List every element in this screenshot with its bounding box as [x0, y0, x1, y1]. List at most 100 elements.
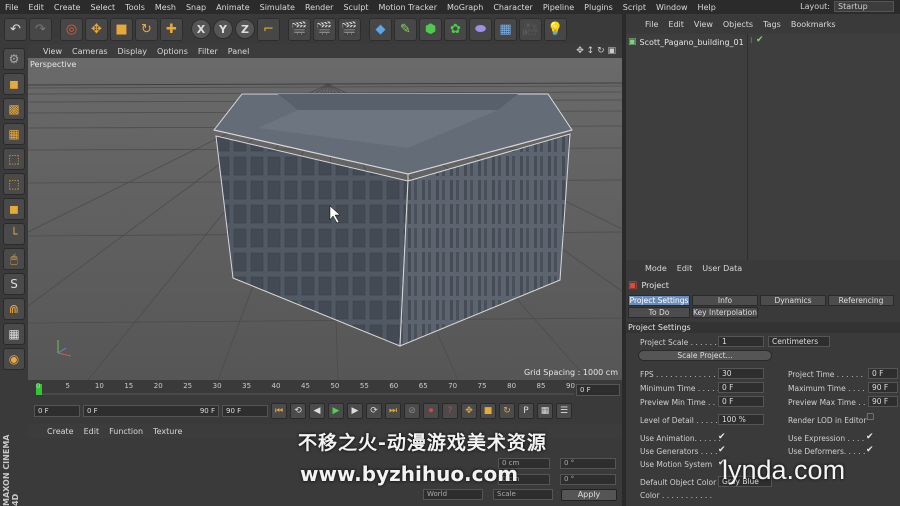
live-select-icon[interactable]: ◎ [60, 17, 83, 41]
workplane-grid-icon[interactable]: ▦ [3, 323, 25, 345]
menu-script[interactable]: Script [618, 3, 651, 12]
attribute-menu-mode[interactable]: Mode [640, 264, 672, 273]
snap-icon[interactable]: S [3, 273, 25, 295]
units-dropdown[interactable]: Centimeters [768, 336, 830, 347]
key-position-icon[interactable]: ✥ [461, 403, 477, 419]
menu-snap[interactable]: Snap [181, 3, 211, 12]
use-animation-checkbox[interactable]: ✔ [718, 432, 726, 442]
object-name[interactable]: Scott_Pagano_building_01 [640, 38, 744, 47]
max-time-field[interactable]: 90 F [868, 382, 898, 393]
use-generators-checkbox[interactable]: ✔ [718, 445, 726, 455]
object-visibility-icon[interactable]: ⁝ [750, 36, 753, 45]
material-menu-create[interactable]: Create [42, 427, 79, 436]
make-editable-icon[interactable]: ⚙ [3, 48, 25, 70]
axis-y-button[interactable]: Y [213, 19, 233, 39]
menu-render[interactable]: Render [300, 3, 338, 12]
menu-motion-tracker[interactable]: Motion Tracker [373, 3, 442, 12]
key-scale-icon[interactable]: ■ [480, 403, 496, 419]
material-menu-function[interactable]: Function [104, 427, 148, 436]
preview-max-field[interactable]: 90 F [868, 396, 898, 407]
object-menu-edit[interactable]: Edit [663, 20, 689, 29]
cloner-icon[interactable]: ✿ [444, 17, 467, 41]
object-menu-objects[interactable]: Objects [718, 20, 758, 29]
project-scale-field[interactable]: 1 [718, 336, 764, 347]
rotate-icon[interactable]: ↻ [135, 17, 158, 41]
timeline-icon[interactable]: ☰ [556, 403, 572, 419]
add-icon[interactable]: ✚ [160, 17, 183, 41]
menu-character[interactable]: Character [488, 3, 538, 12]
layout-dropdown[interactable]: Startup [834, 1, 894, 12]
tab-key-interpolation[interactable]: Key Interpolation [692, 307, 758, 318]
go-to-end-icon[interactable]: ⏭ [385, 403, 401, 419]
render-settings-icon[interactable]: 🎬 [338, 17, 361, 41]
scale-dropdown[interactable]: Scale [493, 489, 553, 500]
deformer-icon[interactable]: ⬬ [469, 17, 492, 41]
key-rotation-icon[interactable]: ↻ [499, 403, 515, 419]
object-enabled-icon[interactable]: ✔ [756, 35, 764, 45]
tab-project-settings[interactable]: Project Settings [628, 295, 690, 306]
autokey-icon[interactable]: ⊘ [404, 403, 420, 419]
previous-frame-icon[interactable]: ◀ [309, 403, 325, 419]
viewport-menu-panel[interactable]: Panel [223, 47, 255, 56]
coordinate-system-icon[interactable]: ⌐ [257, 17, 280, 41]
light-icon[interactable]: 💡 [544, 17, 567, 41]
texture-mode-icon[interactable]: ▩ [3, 98, 25, 120]
lod-field[interactable]: 100 % [718, 414, 764, 425]
menu-sculpt[interactable]: Sculpt [338, 3, 373, 12]
menu-window[interactable]: Window [651, 3, 693, 12]
current-frame-field[interactable]: 0 F [576, 384, 620, 396]
next-key-icon[interactable]: ⟳ [366, 403, 382, 419]
record-icon[interactable]: ⏺ [423, 403, 439, 419]
menu-file[interactable]: File [0, 3, 23, 12]
material-menu-edit[interactable]: Edit [79, 427, 105, 436]
floor-icon[interactable]: ▦ [494, 17, 517, 41]
model-mode-icon[interactable]: ◼ [3, 73, 25, 95]
tab-to-do[interactable]: To Do [628, 307, 690, 318]
camera-icon[interactable]: 🎥 [519, 17, 542, 41]
viewport-nav-icons[interactable]: ✥ ↕ ↻ ▣ [576, 46, 616, 56]
tab-dynamics[interactable]: Dynamics [760, 295, 826, 306]
use-expression-checkbox[interactable]: ✔ [866, 432, 874, 442]
locked-workplane-icon[interactable]: ◉ [3, 348, 25, 370]
redo-icon[interactable]: ↷ [29, 17, 52, 41]
workplane-icon[interactable]: ▦ [3, 123, 25, 145]
viewport-menu-options[interactable]: Options [152, 47, 193, 56]
start-frame-field[interactable]: 0 F [34, 405, 80, 417]
coord-b-field[interactable]: 0 ° [560, 474, 616, 485]
object-menu-view[interactable]: View [689, 20, 718, 29]
object-menu-bookmarks[interactable]: Bookmarks [786, 20, 841, 29]
render-lod-checkbox[interactable]: ☐ [866, 413, 874, 423]
viewport-menu-filter[interactable]: Filter [193, 47, 223, 56]
attribute-menu-edit[interactable]: Edit [672, 264, 698, 273]
render-view-icon[interactable]: 🎬 [288, 17, 311, 41]
menu-tools[interactable]: Tools [120, 3, 150, 12]
scale-icon[interactable]: ■ [110, 17, 133, 41]
viewport-menu-display[interactable]: Display [113, 47, 153, 56]
tab-referencing[interactable]: Referencing [828, 295, 894, 306]
list-item[interactable]: ▣ Scott_Pagano_building_01 [628, 36, 744, 48]
subdivision-icon[interactable]: ⬢ [419, 17, 442, 41]
use-deformers-checkbox[interactable]: ✔ [866, 445, 874, 455]
world-dropdown[interactable]: World [423, 489, 483, 500]
axis-mode-icon[interactable]: └ [3, 223, 25, 245]
edges-mode-icon[interactable]: ⬚ [3, 173, 25, 195]
menu-pipeline[interactable]: Pipeline [538, 3, 579, 12]
tweak-mode-icon[interactable]: 🖱 [3, 248, 25, 270]
undo-icon[interactable]: ↶ [4, 17, 27, 41]
move-icon[interactable]: ✥ [85, 17, 108, 41]
end-frame-field[interactable]: 90 F [222, 405, 268, 417]
menu-plugins[interactable]: Plugins [579, 3, 618, 12]
menu-help[interactable]: Help [693, 3, 721, 12]
go-to-start-icon[interactable]: ⏮ [271, 403, 287, 419]
scale-project-button[interactable]: Scale Project... [638, 350, 772, 361]
fps-field[interactable]: 30 [718, 368, 764, 379]
play-icon[interactable]: ▶ [328, 403, 344, 419]
viewport-menu-view[interactable]: View [38, 47, 67, 56]
material-menu-texture[interactable]: Texture [148, 427, 187, 436]
cube-icon[interactable]: ◆ [369, 17, 392, 41]
magnet-icon[interactable]: ⋒ [3, 298, 25, 320]
apply-button[interactable]: Apply [561, 489, 617, 501]
axis-x-button[interactable]: X [191, 19, 211, 39]
key-parameter-icon[interactable]: P [518, 403, 534, 419]
min-time-field[interactable]: 0 F [718, 382, 764, 393]
